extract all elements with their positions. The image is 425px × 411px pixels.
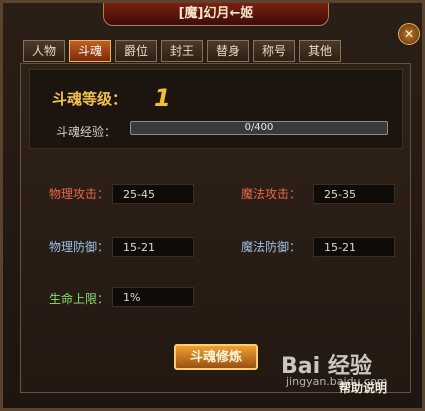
tab-title[interactable]: 称号 bbox=[253, 40, 295, 62]
phys-def-label: 物理防御： bbox=[49, 240, 110, 254]
tab-bar: 人物 斗魂 爵位 封王 替身 称号 其他 bbox=[23, 40, 345, 62]
mag-def-label: 魔法防御： bbox=[241, 240, 302, 254]
close-icon[interactable]: ✕ bbox=[398, 23, 420, 45]
level-label: 斗魂等级： bbox=[52, 90, 128, 108]
phys-atk-label: 物理攻击： bbox=[49, 187, 110, 201]
window-title: [魔]幻月←姬 bbox=[103, 3, 329, 26]
tab-king[interactable]: 封王 bbox=[161, 40, 203, 62]
help-link[interactable]: 帮助说明 bbox=[339, 379, 387, 396]
phys-atk-value: 25-45 bbox=[112, 184, 194, 204]
tab-character[interactable]: 人物 bbox=[23, 40, 65, 62]
tab-substitute[interactable]: 替身 bbox=[207, 40, 249, 62]
exp-progress-bar: 0/400 bbox=[130, 121, 388, 135]
level-value: 1 bbox=[154, 84, 171, 112]
douhun-train-button[interactable]: 斗魂修炼 bbox=[174, 344, 258, 370]
exp-progress-text: 0/400 bbox=[244, 122, 274, 133]
douhun-window: [魔]幻月←姬 ✕ 人物 斗魂 爵位 封王 替身 称号 其他 斗魂等级： 1 斗… bbox=[0, 0, 425, 411]
mag-atk-value: 25-35 bbox=[313, 184, 395, 204]
mag-atk-label: 魔法攻击： bbox=[241, 187, 302, 201]
phys-def-value: 15-21 bbox=[112, 237, 194, 257]
tab-douhun[interactable]: 斗魂 bbox=[69, 40, 111, 62]
tab-peerage[interactable]: 爵位 bbox=[115, 40, 157, 62]
hp-limit-value: 1% bbox=[112, 287, 194, 307]
mag-def-value: 15-21 bbox=[313, 237, 395, 257]
level-section: 斗魂等级： 1 斗魂经验： 0/400 bbox=[29, 69, 403, 149]
douhun-panel: 斗魂等级： 1 斗魂经验： 0/400 物理攻击： 25-45 魔法攻击： 25… bbox=[20, 63, 411, 393]
exp-label: 斗魂经验： bbox=[56, 125, 117, 139]
hp-limit-label: 生命上限： bbox=[49, 292, 110, 306]
tab-other[interactable]: 其他 bbox=[299, 40, 341, 62]
